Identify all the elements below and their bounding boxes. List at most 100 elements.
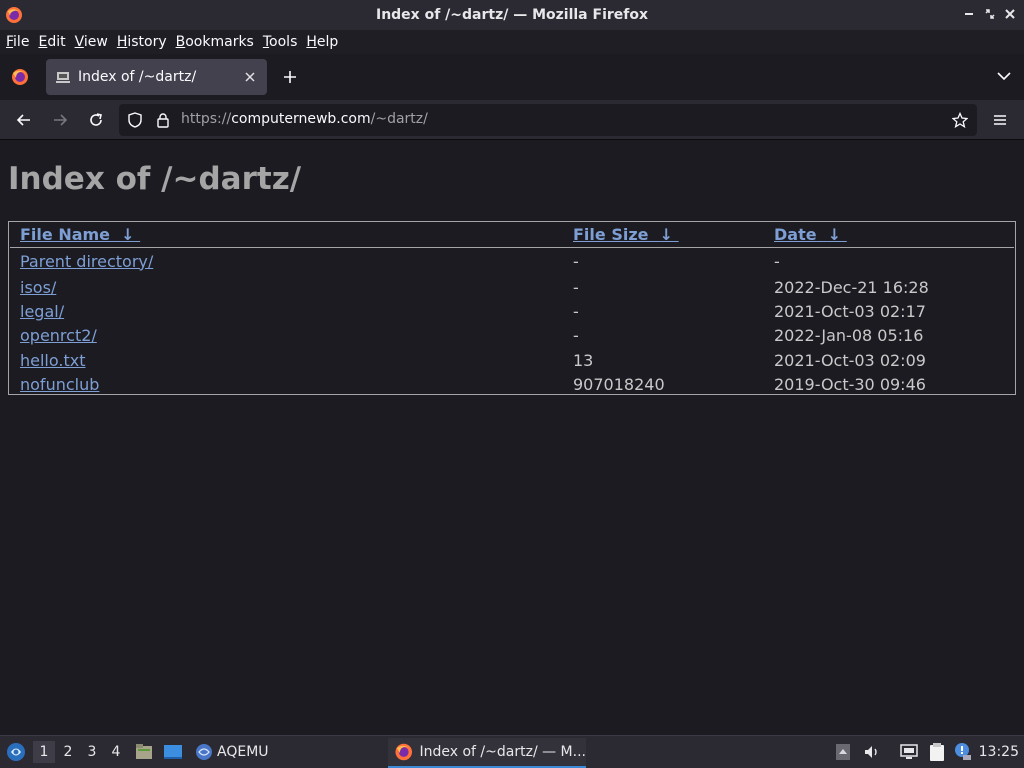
taskbar-window-firefox[interactable]: Index of /~dartz/ — M... — [388, 738, 586, 768]
app-menu-button[interactable] — [990, 110, 1010, 130]
file-size-cell: - — [573, 326, 579, 346]
menu-edit[interactable]: Edit — [34, 34, 69, 50]
firefox-icon — [6, 7, 22, 23]
workspace-3-button[interactable]: 3 — [81, 741, 103, 763]
listing-table: File Name ↓ File Size ↓ Date ↓ Parent di… — [10, 223, 1014, 396]
arrow-left-icon — [16, 114, 30, 126]
reload-icon — [90, 113, 102, 126]
file-size-cell: 907018240 — [573, 374, 665, 394]
column-header-date: Date ↓ — [764, 223, 1014, 248]
menu-tools[interactable]: Tools — [259, 34, 302, 50]
minimize-icon — [965, 13, 973, 15]
file-date-cell: 2021-Oct-03 02:17 — [774, 301, 926, 321]
tray-scroll-button[interactable] — [834, 741, 852, 763]
close-icon — [245, 72, 255, 82]
desktop-icon — [164, 745, 182, 759]
file-name-cell: Parent directory/ — [10, 247, 563, 275]
close-icon — [1005, 9, 1015, 19]
aqemu-label: AQEMU — [217, 744, 269, 760]
file-link[interactable]: nofunclub — [20, 375, 99, 394]
column-header-file-size: File Size ↓ — [563, 223, 764, 248]
file-link[interactable]: isos/ — [20, 278, 56, 297]
aqemu-icon — [196, 744, 212, 760]
file-date-cell: 2022-Dec-21 16:28 — [774, 277, 929, 297]
navigation-toolbar: https://computernewb.com/~dartz/ — [0, 100, 1024, 140]
desktop-launcher[interactable] — [161, 741, 185, 763]
bookmark-star-icon[interactable] — [952, 112, 968, 128]
tab-close-button[interactable] — [242, 69, 258, 85]
clipboard-button[interactable] — [926, 741, 948, 763]
menu-history[interactable]: History — [113, 34, 171, 50]
file-size-cell: - — [573, 301, 579, 321]
file-link[interactable]: openrct2/ — [20, 326, 97, 345]
volume-button[interactable] — [862, 741, 882, 763]
file-date-cell: 2019-Oct-30 09:46 — [774, 374, 926, 394]
file-size-cell: - — [573, 251, 579, 271]
taskbar-window-label: Index of /~dartz/ — M... — [419, 744, 587, 760]
file-link[interactable]: legal/ — [20, 302, 64, 321]
shield-icon[interactable] — [127, 112, 143, 128]
aqemu-launcher[interactable]: AQEMU — [195, 741, 275, 763]
file-manager-launcher[interactable] — [133, 741, 155, 763]
file-manager-icon — [136, 744, 152, 759]
table-row: openrct2/ - 2022-Jan-08 05:16 — [10, 324, 1014, 348]
menu-view[interactable]: View — [71, 34, 112, 50]
start-menu-button[interactable] — [5, 741, 27, 763]
sort-by-name-link[interactable]: File Name ↓ — [20, 225, 140, 244]
tab-label: Index of /~dartz/ — [78, 69, 197, 85]
close-window-button[interactable] — [1003, 7, 1017, 21]
file-size-cell: 13 — [573, 350, 594, 370]
file-date-cell: 2022-Jan-08 05:16 — [774, 326, 924, 346]
new-tab-button[interactable] — [280, 67, 300, 87]
table-row: isos/ - 2022-Dec-21 16:28 — [10, 275, 1014, 299]
tab-strip: Index of /~dartz/ — [0, 54, 1024, 100]
file-name-cell: isos/ — [10, 275, 563, 299]
page-content: Index of /~dartz/ File Name ↓ File Size … — [0, 141, 1024, 735]
arrow-right-icon — [54, 114, 68, 126]
file-name-cell: legal/ — [10, 299, 563, 323]
taskbar: 1 2 3 4 AQEMU Index of /~dartz/ — M... 1… — [0, 735, 1024, 768]
clipboard-icon — [930, 743, 944, 761]
tray-arrow-icon — [836, 744, 850, 760]
speaker-icon — [865, 746, 877, 758]
workspace-4-button[interactable]: 4 — [105, 741, 127, 763]
sort-by-date-link[interactable]: Date ↓ — [774, 225, 847, 244]
notifications-button[interactable] — [952, 741, 974, 763]
firefox-view-icon[interactable] — [10, 67, 30, 87]
file-size-cell: - — [573, 277, 579, 297]
notification-icon — [955, 743, 971, 760]
file-link[interactable]: hello.txt — [20, 351, 85, 370]
tab-index-of-dartz[interactable]: Index of /~dartz/ — [46, 59, 267, 95]
workspace-1-button[interactable]: 1 — [33, 741, 55, 763]
table-row: legal/ - 2021-Oct-03 02:17 — [10, 299, 1014, 323]
file-link[interactable]: Parent directory/ — [20, 252, 153, 271]
plus-icon — [284, 71, 296, 83]
menu-bookmarks[interactable]: Bookmarks — [172, 34, 258, 50]
column-header-file-name: File Name ↓ — [10, 223, 563, 248]
sort-by-size-link[interactable]: File Size ↓ — [573, 225, 679, 244]
firefox-icon — [395, 743, 413, 761]
url-bar[interactable]: https://computernewb.com/~dartz/ — [119, 104, 977, 136]
file-name-cell: hello.txt — [10, 348, 563, 372]
maximize-button[interactable] — [983, 7, 997, 21]
network-icon — [900, 744, 918, 759]
back-button[interactable] — [14, 110, 34, 130]
reload-button[interactable] — [86, 110, 106, 130]
menu-help[interactable]: Help — [302, 34, 342, 50]
lock-icon[interactable] — [155, 112, 171, 128]
menu-file[interactable]: File — [2, 34, 33, 50]
start-menu-icon — [7, 743, 25, 761]
url-text[interactable]: https://computernewb.com/~dartz/ — [181, 111, 428, 127]
restore-icon — [985, 9, 995, 19]
forward-button[interactable] — [50, 110, 70, 130]
directory-listing: File Name ↓ File Size ↓ Date ↓ Parent di… — [8, 221, 1016, 395]
network-button[interactable] — [898, 741, 920, 763]
minimize-button[interactable] — [962, 7, 976, 21]
page-heading: Index of /~dartz/ — [8, 161, 302, 197]
file-date-cell: - — [774, 251, 780, 271]
hamburger-menu-icon — [994, 115, 1006, 125]
file-date-cell: 2021-Oct-03 02:09 — [774, 350, 926, 370]
chevron-down-icon[interactable] — [996, 68, 1012, 84]
workspace-2-button[interactable]: 2 — [57, 741, 79, 763]
clock: 13:25 — [978, 744, 1019, 760]
